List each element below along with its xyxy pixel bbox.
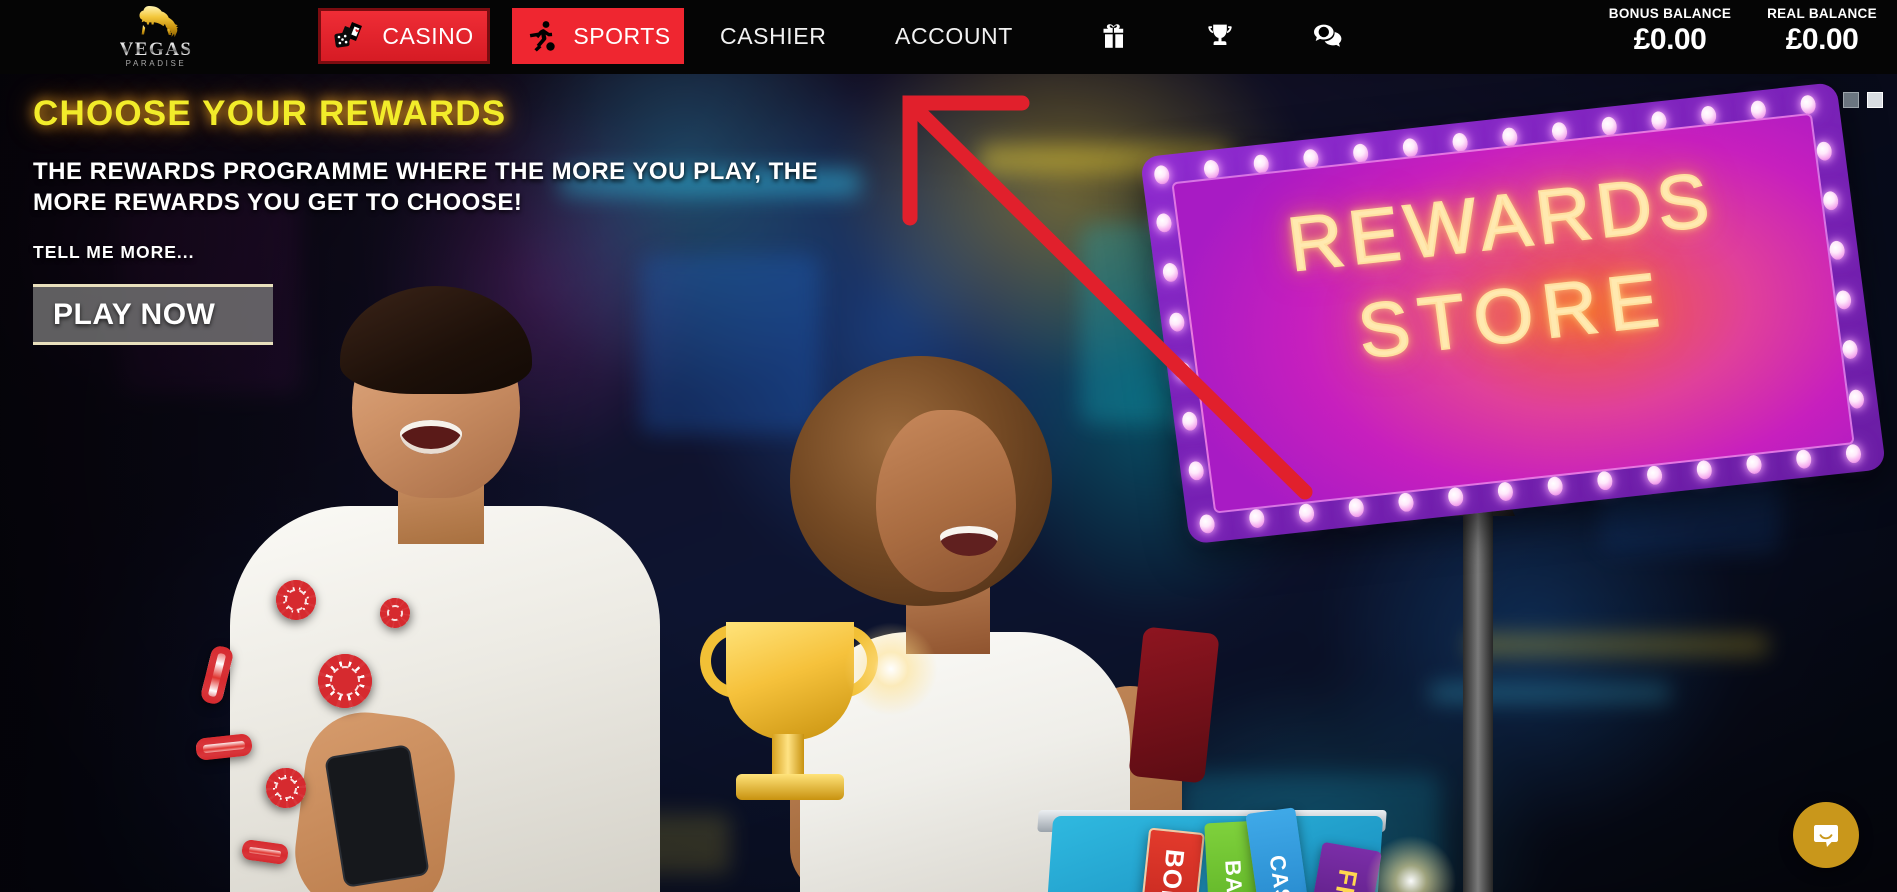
site-logo[interactable]: VEGAS PARADISE xyxy=(92,1,220,73)
bonus-balance-label: BONUS BALANCE xyxy=(1608,6,1732,21)
support-chat-button[interactable] xyxy=(1793,802,1859,868)
carousel-dot-2[interactable] xyxy=(1867,92,1883,108)
nav-link-cashier[interactable]: CASHIER xyxy=(720,8,826,64)
nav-tab-sports[interactable]: SPORTS xyxy=(512,8,684,64)
real-balance[interactable]: REAL BALANCE £0.00 xyxy=(1752,5,1892,57)
nav-tab-casino-label: CASINO xyxy=(382,22,474,49)
chat-smile-icon xyxy=(1814,825,1838,847)
sign-pole xyxy=(1463,490,1493,892)
real-balance-value: £0.00 xyxy=(1785,23,1859,56)
sign-board: REWARDS STORE xyxy=(1139,82,1887,545)
nav-icon-gift[interactable] xyxy=(1092,14,1136,58)
carousel-indicators xyxy=(1843,92,1883,108)
top-navigation-bar: VEGAS PARADISE CASINO SPORTS CASHIER ACC… xyxy=(0,0,1897,74)
nav-tab-casino[interactable]: CASINO xyxy=(318,8,490,64)
play-now-button[interactable]: PLAY NOW xyxy=(33,284,273,345)
nav-link-account[interactable]: ACCOUNT xyxy=(895,8,1013,64)
hero-banner[interactable]: REWARDS STORE BONUS BACK CASH FREE xyxy=(0,74,1897,892)
nav-tab-sports-label: SPORTS xyxy=(573,22,671,49)
logo-sub-text: PARADISE xyxy=(125,59,187,68)
trophy-icon xyxy=(1208,24,1232,45)
real-balance-label: REAL BALANCE xyxy=(1767,6,1877,21)
tell-me-more-link[interactable]: TELL ME MORE... xyxy=(33,242,195,263)
lion-icon xyxy=(139,6,179,38)
rewards-store-sign[interactable]: REWARDS STORE xyxy=(1139,82,1897,892)
hero-copy-block: CHOOSE YOUR REWARDS THE REWARDS PROGRAMM… xyxy=(33,94,913,345)
bonus-balance[interactable]: BONUS BALANCE £0.00 xyxy=(1600,5,1740,57)
carousel-dot-1[interactable] xyxy=(1843,92,1859,108)
dice-cards-icon xyxy=(334,22,363,48)
hero-subtitle: THE REWARDS PROGRAMME WHERE THE MORE YOU… xyxy=(33,158,819,216)
gift-icon xyxy=(1103,24,1124,48)
chat-bubbles-icon xyxy=(1314,24,1342,47)
play-now-label: PLAY NOW xyxy=(53,297,216,331)
running-footballer-icon xyxy=(530,21,556,52)
bonus-balance-value: £0.00 xyxy=(1633,23,1707,56)
sign-inner-panel: REWARDS STORE xyxy=(1171,112,1855,514)
nav-icon-trophy[interactable] xyxy=(1198,14,1242,58)
logo-brand-text: VEGAS xyxy=(119,39,193,60)
page-title: CHOOSE YOUR REWARDS xyxy=(33,94,507,133)
nav-icon-chat[interactable] xyxy=(1306,14,1350,58)
